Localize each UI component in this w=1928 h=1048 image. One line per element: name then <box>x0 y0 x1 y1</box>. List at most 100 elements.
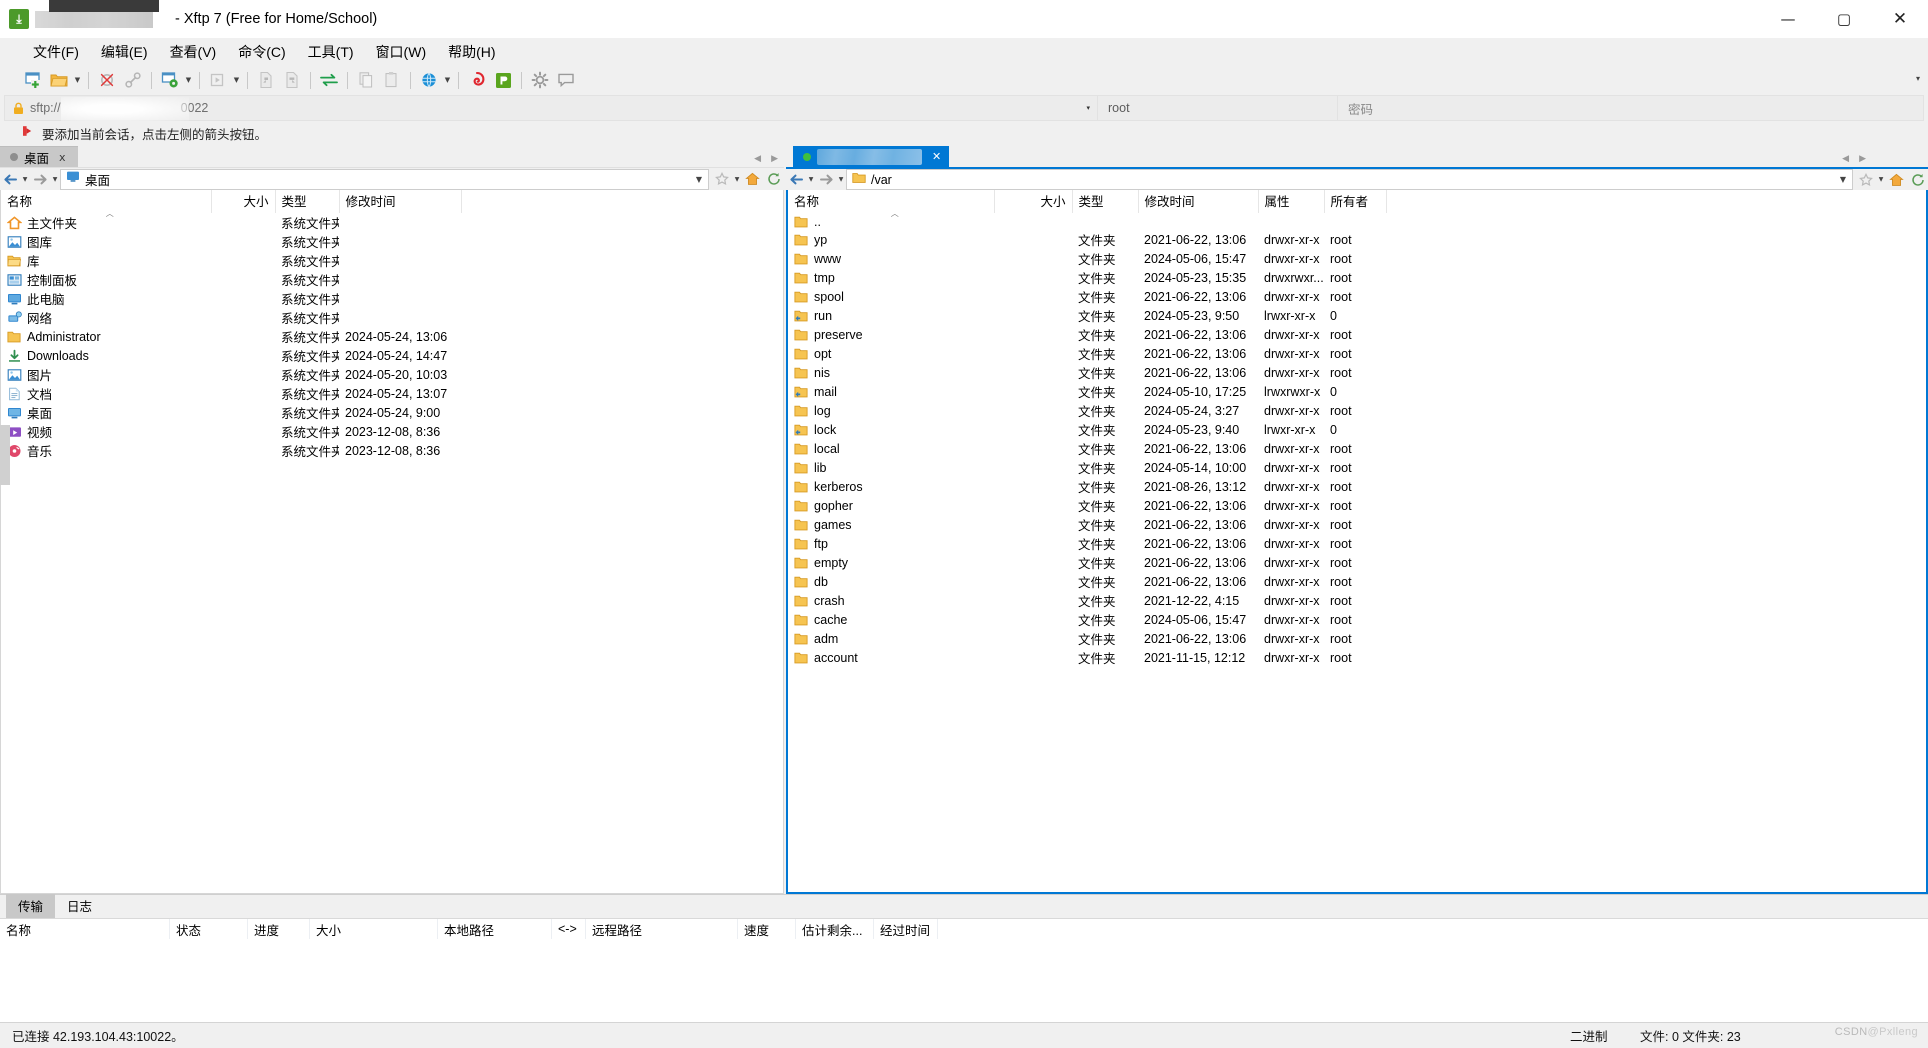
remote-col-permissions[interactable]: 属性 <box>1258 190 1325 213</box>
local-refresh-icon[interactable] <box>763 169 784 190</box>
table-row[interactable]: games 文件夹 2021-06-22, 13:06 drwxr-xr-x root <box>788 515 1926 534</box>
remote-col-size[interactable]: 大小 <box>994 190 1073 213</box>
remote-col-modified[interactable]: 修改时间 <box>1138 190 1259 213</box>
local-col-size[interactable]: 大小 <box>211 190 276 213</box>
remote-bookmark-caret[interactable]: ▼ <box>1876 169 1886 190</box>
table-row[interactable]: 音乐 系统文件夹 2023-12-08, 8:36 <box>1 441 783 460</box>
session-url-field[interactable]: sftp:// 0022 ▾ <box>4 95 1098 121</box>
table-row[interactable]: kerberos 文件夹 2021-08-26, 13:12 drwxr-xr-x ro… <box>788 477 1926 496</box>
password-field[interactable]: 密码 <box>1338 95 1924 121</box>
tab-log[interactable]: 日志 <box>55 893 104 918</box>
local-bookmark-icon[interactable] <box>711 169 732 190</box>
local-forward-button[interactable] <box>30 169 50 190</box>
toolbar-overflow-caret[interactable]: ▾ <box>1916 74 1920 83</box>
xfer-col-eta[interactable]: 估计剩余... <box>796 919 874 939</box>
tab-scroll-right-icon[interactable]: ▶ <box>1859 154 1866 164</box>
table-row[interactable]: 视频 系统文件夹 2023-12-08, 8:36 <box>1 422 783 441</box>
xfer-col-remote-path[interactable]: 远程路径 <box>586 919 738 939</box>
globe-icon[interactable] <box>416 67 442 93</box>
table-row[interactable]: log 文件夹 2024-05-24, 3:27 drwxr-xr-x root <box>788 401 1926 420</box>
table-row[interactable]: .. <box>788 213 1926 230</box>
remote-tab-close-icon[interactable]: ✕ <box>932 150 941 163</box>
menu-command[interactable]: 命令(C) <box>227 39 296 65</box>
local-tab-scroll-arrows[interactable]: ◀ ▶ <box>754 154 778 164</box>
username-field[interactable]: root <box>1098 95 1338 121</box>
tab-scroll-left-icon[interactable]: ◀ <box>754 154 761 164</box>
remote-path-field[interactable]: /var ▼ <box>846 169 1853 190</box>
menu-help[interactable]: 帮助(H) <box>437 39 506 65</box>
xfer-col-direction[interactable]: <-> <box>552 919 586 939</box>
open-folder-dropdown-caret[interactable]: ▼ <box>72 67 83 93</box>
table-row[interactable]: yp 文件夹 2021-06-22, 13:06 drwxr-xr-x root <box>788 230 1926 249</box>
local-col-name[interactable]: 名称 ︿ <box>1 190 212 218</box>
table-row[interactable]: 控制面板 系统文件夹 <box>1 270 783 289</box>
menu-tools[interactable]: 工具(T) <box>297 39 365 65</box>
panel-collapse-handle[interactable] <box>0 425 10 485</box>
remote-back-button[interactable] <box>786 169 806 190</box>
session-properties-icon[interactable] <box>157 67 183 93</box>
table-row[interactable]: Downloads 系统文件夹 2024-05-24, 14:47 <box>1 346 783 365</box>
table-row[interactable]: spool 文件夹 2021-06-22, 13:06 drwxr-xr-x root <box>788 287 1926 306</box>
new-session-icon[interactable] <box>20 67 46 93</box>
local-forward-history-caret[interactable]: ▼ <box>50 169 60 190</box>
local-path-field[interactable]: 桌面 ▼ <box>60 168 709 190</box>
table-row[interactable]: run 文件夹 2024-05-23, 9:50 lrwxr-xr-x 0 <box>788 306 1926 325</box>
tab-scroll-left-icon[interactable]: ◀ <box>1842 154 1849 164</box>
local-back-history-caret[interactable]: ▼ <box>20 169 30 190</box>
table-row[interactable]: account 文件夹 2021-11-15, 12:12 drwxr-xr-x roo… <box>788 648 1926 667</box>
table-row[interactable]: mail 文件夹 2024-05-10, 17:25 lrwxrwxr-x 0 <box>788 382 1926 401</box>
table-row[interactable]: 库 系统文件夹 <box>1 251 783 270</box>
table-row[interactable]: cache 文件夹 2024-05-06, 15:47 drwxr-xr-x root <box>788 610 1926 629</box>
remote-forward-history-caret[interactable]: ▼ <box>836 169 846 190</box>
table-row[interactable]: local 文件夹 2021-06-22, 13:06 drwxr-xr-x root <box>788 439 1926 458</box>
local-bookmark-caret[interactable]: ▼ <box>732 169 742 190</box>
menu-window[interactable]: 窗口(W) <box>365 39 438 65</box>
remote-home-icon[interactable] <box>1886 169 1907 190</box>
table-row[interactable]: 主文件夹 系统文件夹 <box>1 213 783 232</box>
remote-col-name[interactable]: 名称 ︿ <box>788 190 995 218</box>
xfer-col-name[interactable]: 名称 <box>0 919 170 939</box>
table-row[interactable]: adm 文件夹 2021-06-22, 13:06 drwxr-xr-x root <box>788 629 1926 648</box>
xfer-col-progress[interactable]: 进度 <box>248 919 310 939</box>
remote-back-history-caret[interactable]: ▼ <box>806 169 816 190</box>
disconnect-icon[interactable] <box>94 67 120 93</box>
comment-icon[interactable] <box>553 67 579 93</box>
table-row[interactable]: 桌面 系统文件夹 2024-05-24, 9:00 <box>1 403 783 422</box>
sync-browsing-icon[interactable] <box>316 67 342 93</box>
table-row[interactable]: www 文件夹 2024-05-06, 15:47 drwxr-xr-x root <box>788 249 1926 268</box>
close-button[interactable]: ✕ <box>1872 0 1928 38</box>
open-folder-icon[interactable] <box>46 67 72 93</box>
xftp-icon[interactable] <box>490 67 516 93</box>
globe-caret[interactable]: ▼ <box>442 67 453 93</box>
tab-scroll-right-icon[interactable]: ▶ <box>771 154 778 164</box>
table-row[interactable]: 此电脑 系统文件夹 <box>1 289 783 308</box>
menu-edit[interactable]: 编辑(E) <box>90 39 159 65</box>
table-row[interactable]: gopher 文件夹 2021-06-22, 13:06 drwxr-xr-x root <box>788 496 1926 515</box>
local-back-button[interactable] <box>0 169 20 190</box>
local-tab-close-icon[interactable]: x <box>59 151 66 164</box>
table-row[interactable]: preserve 文件夹 2021-06-22, 13:06 drwxr-xr-x ro… <box>788 325 1926 344</box>
table-row[interactable]: db 文件夹 2021-06-22, 13:06 drwxr-xr-x root <box>788 572 1926 591</box>
table-row[interactable]: 图片 系统文件夹 2024-05-20, 10:03 <box>1 365 783 384</box>
table-row[interactable]: 文档 系统文件夹 2024-05-24, 13:07 <box>1 384 783 403</box>
table-row[interactable]: crash 文件夹 2021-12-22, 4:15 drwxr-xr-x root <box>788 591 1926 610</box>
remote-file-list[interactable]: 名称 ︿ 大小 类型 修改时间 属性 所有者 .. yp 文件夹 2021-06-22,… <box>786 190 1928 894</box>
menu-view[interactable]: 查看(V) <box>159 39 228 65</box>
remote-tab-session[interactable]: ✕ <box>793 146 950 167</box>
session-url-dropdown-caret[interactable]: ▾ <box>1086 104 1090 112</box>
local-col-type[interactable]: 类型 <box>275 190 340 213</box>
remote-col-type[interactable]: 类型 <box>1072 190 1139 213</box>
transfer-table[interactable]: 名称 状态 进度 大小 本地路径 <-> 远程路径 速度 估计剩余... 经过时… <box>0 918 1928 1022</box>
xshell-icon[interactable] <box>464 67 490 93</box>
table-row[interactable]: nis 文件夹 2021-06-22, 13:06 drwxr-xr-x root <box>788 363 1926 382</box>
remote-bookmark-icon[interactable] <box>1855 169 1876 190</box>
local-file-list[interactable]: 名称 ︿ 大小 类型 修改时间 主文件夹 系统文件夹 图库 系统文件夹库系统文件夹 控制面… <box>0 190 784 894</box>
table-row[interactable]: lib 文件夹 2024-05-14, 10:00 drwxr-xr-x root <box>788 458 1926 477</box>
xfer-col-elapsed[interactable]: 经过时间 <box>874 919 938 939</box>
settings-gear-icon[interactable] <box>527 67 553 93</box>
xfer-col-status[interactable]: 状态 <box>170 919 248 939</box>
remote-tab-scroll-arrows[interactable]: ◀ ▶ <box>1842 154 1866 164</box>
local-tab-desktop[interactable]: 桌面 x <box>0 146 78 167</box>
table-row[interactable]: lock 文件夹 2024-05-23, 9:40 lrwxr-xr-x 0 <box>788 420 1926 439</box>
tab-transfer[interactable]: 传输 <box>6 893 56 918</box>
